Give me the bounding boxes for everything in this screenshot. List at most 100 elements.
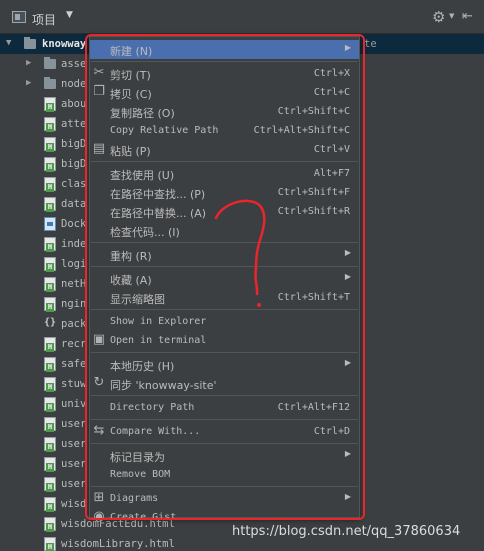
menu-item[interactable]: ▣ Open in terminal [90, 331, 359, 350]
menu-item[interactable]: ↻ 同步 'knowway-site' [90, 374, 359, 393]
paste-icon: ▤ [92, 141, 106, 156]
menu-item[interactable]: ⇆ Compare With... Ctrl+D [90, 422, 359, 441]
tree-root-label: knowway [42, 38, 87, 50]
menu-item-label: 检查代码... (I) [110, 226, 180, 239]
menu-item-label: 重构 (R) [110, 250, 152, 263]
sync-icon: ↻ [93, 375, 105, 390]
menu-item-label: 新建 (N) [110, 45, 153, 58]
menu-item-shortcut: Ctrl+D [313, 426, 350, 437]
tree-item-label: inde [61, 238, 87, 250]
menu-item[interactable]: Show in Explorer [90, 312, 359, 331]
tree-item-label: user [61, 438, 87, 450]
terminal-icon: ▣ [92, 332, 106, 347]
html-file-icon [44, 257, 56, 272]
github-icon: ◉ [93, 509, 105, 524]
watermark: https://blog.csdn.net/qq_37860634 [232, 524, 461, 539]
menu-item-label: 粘贴 (P) [110, 145, 151, 158]
expand-arrow-icon[interactable]: ▼ [6, 38, 11, 48]
menu-item-shortcut: Ctrl+C [313, 87, 350, 98]
tree-item-label: bigD [61, 158, 87, 170]
menu-item[interactable]: Remove BOM [90, 465, 359, 484]
docker-file-icon [44, 217, 56, 231]
gear-icon[interactable]: ⚙ [432, 8, 445, 26]
html-file-icon [44, 177, 56, 192]
tree-item-label: wisd [61, 498, 87, 510]
project-view-icon [12, 11, 26, 23]
html-file-icon [44, 97, 56, 112]
json-file-icon [44, 317, 56, 332]
menu-item-shortcut: Ctrl+Alt+Shift+C [253, 125, 350, 136]
chevron-down-icon[interactable]: ▼ [449, 12, 454, 20]
html-file-icon [44, 137, 56, 152]
hide-icon[interactable]: ⇤ [462, 9, 473, 24]
menu-separator [91, 486, 358, 487]
menu-separator [91, 161, 358, 162]
menu-item[interactable]: 显示缩略图 Ctrl+Shift+T [90, 288, 359, 307]
tree-item-label: recr [61, 338, 87, 350]
html-file-icon [44, 157, 56, 172]
scissors-icon: ✂ [93, 65, 105, 80]
menu-item-shortcut: Ctrl+V [313, 144, 350, 155]
menu-item[interactable]: 复制路径 (O) Ctrl+Shift+C [90, 102, 359, 121]
tree-item-label: Dock [61, 218, 87, 230]
html-file-icon [44, 297, 56, 312]
menu-item[interactable]: 本地历史 (H) ▶ [90, 355, 359, 374]
tree-item-label: abou [61, 98, 87, 110]
tree-root-suffix: te [364, 38, 377, 50]
menu-item-label: 剪切 (T) [110, 69, 151, 82]
tree-item-label: stuw [61, 378, 87, 390]
tree-item-label: node [61, 78, 87, 90]
folder-file-icon [44, 77, 56, 89]
html-file-icon [44, 357, 56, 372]
menu-item[interactable]: 重构 (R) ▶ [90, 245, 359, 264]
menu-separator [91, 266, 358, 267]
menu-item-label: 在路径中替换... (A) [110, 207, 207, 220]
html-file-icon [44, 237, 56, 252]
menu-item-label: Open in terminal [110, 335, 207, 346]
diagram-icon: ⊞ [93, 490, 105, 505]
tree-item-label: safe [61, 358, 87, 370]
tree-item-label: wisdomLibrary.html [61, 538, 175, 550]
chevron-down-icon[interactable]: ▼ [66, 10, 73, 20]
menu-item[interactable]: ✂ 剪切 (T) Ctrl+X [90, 64, 359, 83]
copy-icon: ❐ [93, 84, 105, 99]
menu-separator [91, 61, 358, 62]
context-menu: 新建 (N) ▶ ✂ 剪切 (T) Ctrl+X ❐ 拷贝 (C) Ctrl+C 复制路径 (O… [89, 36, 360, 524]
menu-item[interactable]: 新建 (N) ▶ [90, 40, 359, 59]
menu-item[interactable]: ⊞ Diagrams ▶ [90, 489, 359, 508]
project-view-selector[interactable]: 项目 [32, 11, 56, 28]
menu-item-label: Remove BOM [110, 469, 171, 480]
menu-item-label: Directory Path [110, 402, 195, 413]
expand-arrow-icon[interactable]: ▶ [26, 58, 31, 68]
html-file-icon [44, 397, 56, 412]
menu-item[interactable]: 标记目录为 ▶ [90, 446, 359, 465]
menu-item-shortcut: Ctrl+Shift+R [277, 206, 350, 217]
project-toolbar: 项目 ▼ ⚙ ▼ ⇤ [0, 0, 484, 34]
menu-item[interactable]: ▤ 粘贴 (P) Ctrl+V [90, 140, 359, 159]
menu-item[interactable]: 收藏 (A) ▶ [90, 269, 359, 288]
menu-item[interactable]: 在路径中查找... (P) Ctrl+Shift+F [90, 183, 359, 202]
html-file-icon [44, 497, 56, 512]
submenu-arrow-icon: ▶ [344, 272, 351, 281]
menu-item-shortcut: Ctrl+Shift+C [277, 106, 350, 117]
menu-item[interactable]: 查找使用 (U) Alt+F7 [90, 164, 359, 183]
html-file-icon [44, 197, 56, 212]
tree-item-label: netH [61, 278, 87, 290]
menu-item[interactable]: 检查代码... (I) [90, 221, 359, 240]
tree-item-label: user [61, 478, 87, 490]
menu-item[interactable]: Directory Path Ctrl+Alt+F12 [90, 398, 359, 417]
menu-item-label: 在路径中查找... (P) [110, 188, 206, 201]
expand-arrow-icon[interactable]: ▶ [26, 78, 31, 88]
html-file-icon [44, 377, 56, 392]
menu-separator [91, 352, 358, 353]
menu-item[interactable]: ❐ 拷贝 (C) Ctrl+C [90, 83, 359, 102]
menu-item[interactable]: 在路径中替换... (A) Ctrl+Shift+R [90, 202, 359, 221]
menu-separator [91, 309, 358, 310]
html-file-icon [44, 277, 56, 292]
menu-item[interactable]: Copy Relative Path Ctrl+Alt+Shift+C [90, 121, 359, 140]
menu-item-label: 复制路径 (O) [110, 107, 175, 120]
menu-item-label: 收藏 (A) [110, 274, 152, 287]
tree-item-label: pack [61, 318, 87, 330]
tree-item-label: atte [61, 118, 87, 130]
menu-item-label: Copy Relative Path [110, 125, 219, 136]
